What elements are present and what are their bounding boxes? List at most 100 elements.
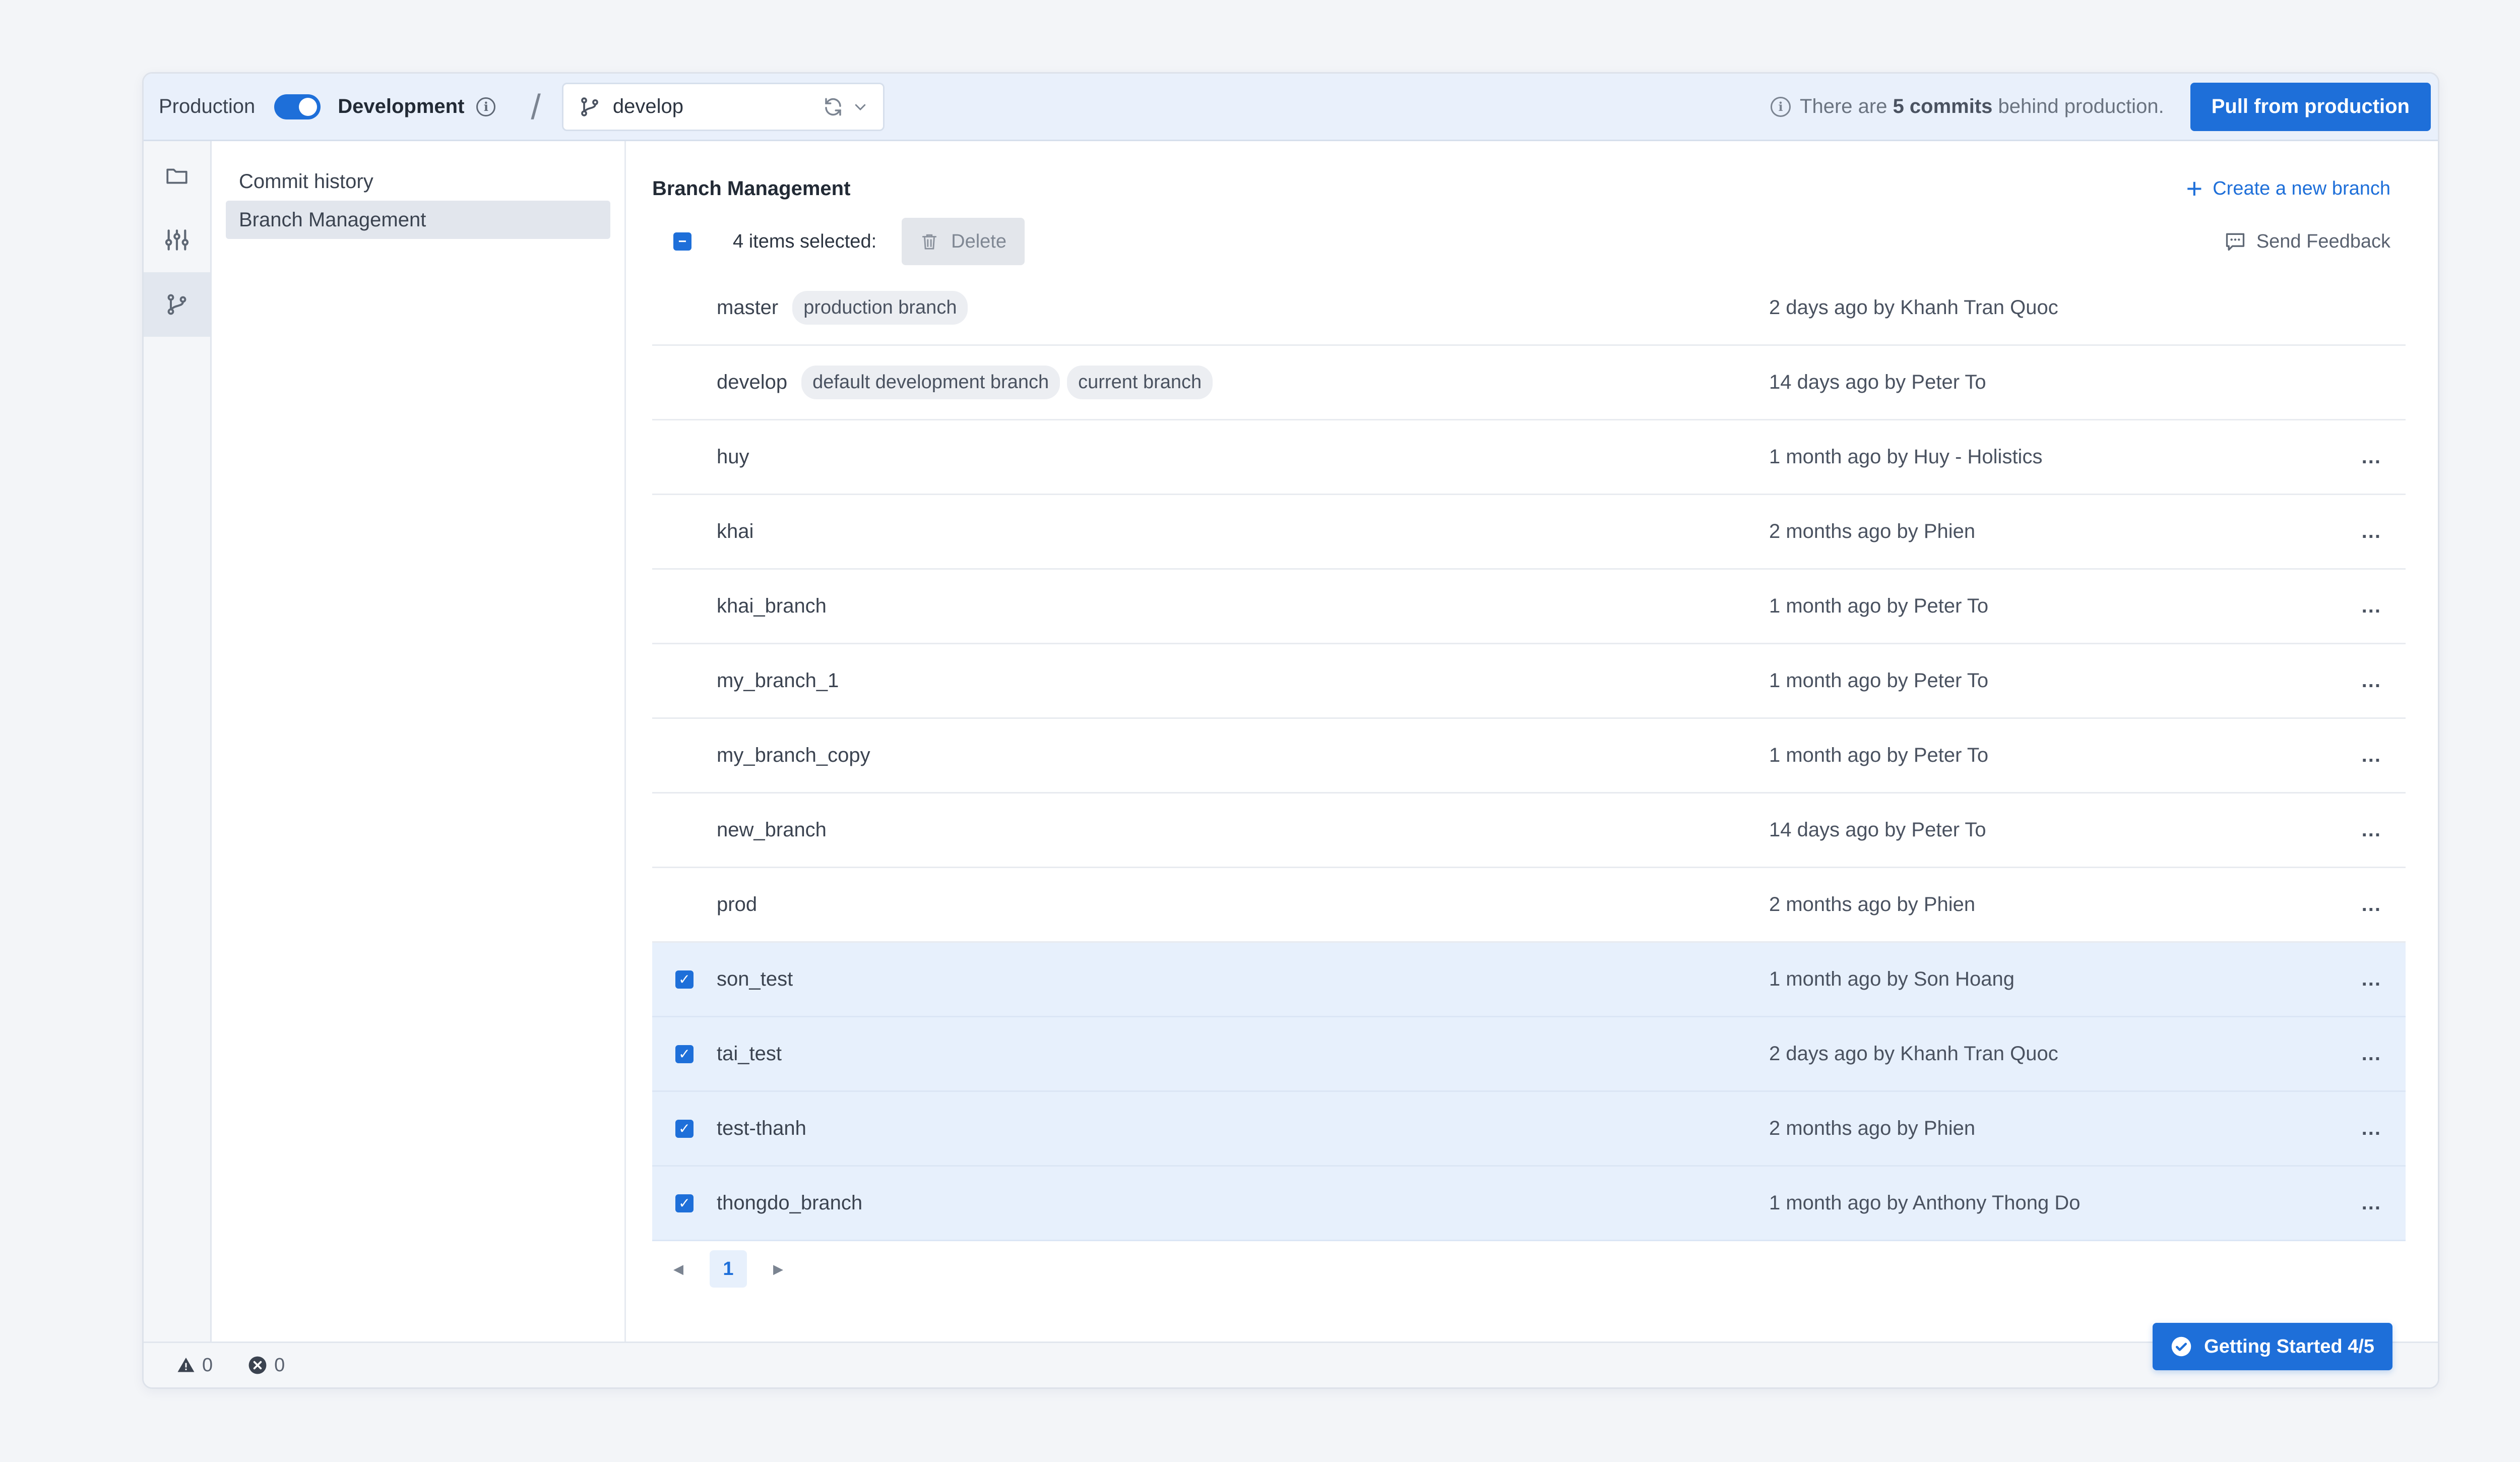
create-branch-link[interactable]: + Create a new branch xyxy=(2186,174,2390,203)
last-updated: 1 month ago by Peter To xyxy=(1769,744,1989,766)
last-updated: 1 month ago by Peter To xyxy=(1769,595,1989,617)
chevron-down-icon[interactable] xyxy=(853,99,868,114)
refresh-icon[interactable] xyxy=(823,96,844,117)
git-branch-icon xyxy=(579,96,601,118)
toggle-knob xyxy=(299,97,318,116)
error-icon xyxy=(248,1356,267,1375)
table-row[interactable]: ✓ test-thanh 2 months ago by Phien... xyxy=(652,1092,2406,1167)
row-checkbox[interactable] xyxy=(675,522,694,541)
feedback-icon xyxy=(2224,230,2246,253)
send-feedback-label: Send Feedback xyxy=(2256,230,2390,252)
row-checkbox[interactable] xyxy=(675,821,694,839)
branch-name-cell: son_test xyxy=(717,968,793,991)
table-row[interactable]: khai_branch 1 month ago by Peter To... xyxy=(652,570,2406,644)
trash-icon xyxy=(920,232,939,251)
pull-from-production-button[interactable]: Pull from production xyxy=(2190,82,2431,131)
row-checkbox-cell xyxy=(652,895,717,914)
top-bar: Production Development i / develop i The… xyxy=(144,74,2438,141)
more-actions-icon[interactable]: ... xyxy=(2362,669,2381,692)
row-checkbox[interactable] xyxy=(675,672,694,690)
last-updated: 2 days ago by Khanh Tran Quoc xyxy=(1769,296,2058,319)
more-actions-icon[interactable]: ... xyxy=(2362,1043,2381,1065)
status-bar: 0 0 xyxy=(144,1342,2438,1387)
table-row[interactable]: prod 2 months ago by Phien... xyxy=(652,868,2406,943)
environment-toggle[interactable] xyxy=(274,94,321,119)
development-label: Development xyxy=(338,95,465,117)
row-checkbox-cell: ✓ xyxy=(652,1119,717,1138)
table-row[interactable]: ✓ thongdo_branch 1 month ago by Anthony Th… xyxy=(652,1167,2406,1241)
row-checkbox[interactable] xyxy=(675,373,694,392)
branch-name: tai_test xyxy=(717,1043,782,1065)
table-row[interactable]: huy 1 month ago by Huy - Holistics... xyxy=(652,420,2406,495)
main-header: Branch Management + Create a new branch xyxy=(652,163,2406,214)
left-rail xyxy=(144,141,212,1342)
more-actions-icon[interactable]: ... xyxy=(2362,1192,2381,1214)
row-checkbox[interactable] xyxy=(675,597,694,616)
row-checkbox[interactable] xyxy=(675,895,694,914)
subnav-item-branch-management[interactable]: Branch Management xyxy=(226,201,610,239)
row-checkbox[interactable] xyxy=(675,746,694,765)
row-checkbox[interactable]: ✓ xyxy=(675,1119,694,1138)
warning-icon xyxy=(177,1356,195,1374)
more-actions-icon[interactable]: ... xyxy=(2362,893,2381,916)
branch-name: test-thanh xyxy=(717,1117,806,1139)
more-actions-icon[interactable]: ... xyxy=(2362,446,2381,468)
rail-item-git[interactable] xyxy=(144,272,210,337)
info-icon: i xyxy=(1771,96,1791,117)
row-checkbox[interactable]: ✓ xyxy=(675,970,694,989)
row-checkbox-cell xyxy=(652,597,717,616)
more-actions-icon[interactable]: ... xyxy=(2362,744,2381,767)
behind-prefix: There are xyxy=(1800,95,1893,117)
more-actions-icon[interactable]: ... xyxy=(2362,968,2381,991)
table-row[interactable]: ✓ tai_test 2 days ago by Khanh Tran Quoc..… xyxy=(652,1017,2406,1092)
branch-name: develop xyxy=(717,371,788,393)
prev-page-icon[interactable]: ◀ xyxy=(673,1261,683,1277)
branch-name-cell: test-thanh xyxy=(717,1117,806,1140)
table-row[interactable]: ✓ son_test 1 month ago by Son Hoang... xyxy=(652,943,2406,1017)
branch-name-cell: khai xyxy=(717,520,753,543)
sub-navigation: Commit history Branch Management xyxy=(212,141,626,1342)
selected-count: 4 items selected: xyxy=(733,230,877,252)
page-title: Branch Management xyxy=(652,177,851,200)
table-row[interactable]: my_branch_copy 1 month ago by Peter To... xyxy=(652,719,2406,794)
row-checkbox[interactable]: ✓ xyxy=(675,1194,694,1212)
row-checkbox-cell xyxy=(652,821,717,839)
branch-name: thongdo_branch xyxy=(717,1192,863,1214)
info-icon[interactable]: i xyxy=(476,97,496,116)
row-checkbox[interactable] xyxy=(675,298,694,317)
row-checkbox[interactable] xyxy=(675,448,694,466)
more-actions-icon[interactable]: ... xyxy=(2362,819,2381,841)
delete-label: Delete xyxy=(951,230,1006,252)
error-count[interactable]: 0 xyxy=(248,1355,285,1376)
branch-name-cell: tai_test xyxy=(717,1043,782,1065)
getting-started-button[interactable]: Getting Started 4/5 xyxy=(2153,1323,2392,1370)
selection-bar: − 4 items selected: Delete Send Feedback xyxy=(652,214,2406,269)
branch-name-cell: khai_branch xyxy=(717,595,827,618)
more-actions-icon[interactable]: ... xyxy=(2362,520,2381,543)
check-circle-icon xyxy=(2171,1336,2192,1357)
table-row[interactable]: new_branch 14 days ago by Peter To... xyxy=(652,794,2406,868)
table-row[interactable]: my_branch_1 1 month ago by Peter To... xyxy=(652,644,2406,719)
warning-count[interactable]: 0 xyxy=(177,1355,213,1376)
behind-count: 5 commits xyxy=(1893,95,1993,117)
table-row[interactable]: khai 2 months ago by Phien... xyxy=(652,495,2406,570)
page-number[interactable]: 1 xyxy=(710,1250,747,1288)
app-window: Production Development i / develop i The… xyxy=(142,72,2439,1389)
row-checkbox[interactable]: ✓ xyxy=(675,1045,694,1063)
current-branch-value: develop xyxy=(612,95,683,117)
send-feedback-link[interactable]: Send Feedback xyxy=(2224,230,2390,253)
delete-button[interactable]: Delete xyxy=(902,218,1025,265)
warning-count-value: 0 xyxy=(202,1354,213,1376)
next-page-icon[interactable]: ▶ xyxy=(773,1261,783,1277)
rail-item-files[interactable] xyxy=(144,143,210,208)
folder-icon xyxy=(164,163,190,188)
select-all-checkbox[interactable]: − xyxy=(673,232,691,251)
rail-item-settings[interactable] xyxy=(144,208,210,272)
branch-selector[interactable]: develop xyxy=(561,82,885,131)
table-row[interactable]: develop default development branch current… xyxy=(652,346,2406,420)
table-row[interactable]: master production branch 2 days ago by Kha… xyxy=(652,271,2406,346)
subnav-item-commit-history[interactable]: Commit history xyxy=(226,162,610,201)
branch-tag: current branch xyxy=(1067,366,1213,399)
more-actions-icon[interactable]: ... xyxy=(2362,1117,2381,1140)
more-actions-icon[interactable]: ... xyxy=(2362,595,2381,618)
